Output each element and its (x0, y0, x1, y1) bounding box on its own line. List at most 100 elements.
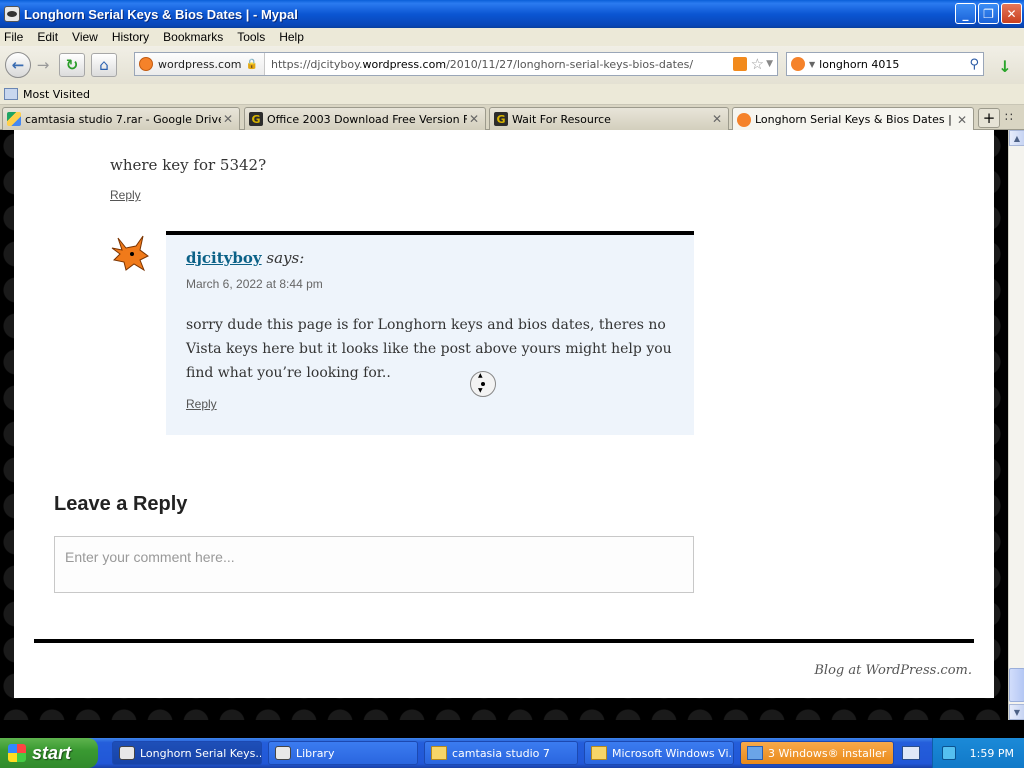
tab-google-drive[interactable]: camtasia studio 7.rar - Google Drive ✕ (2, 107, 240, 130)
comment-date[interactable]: March 6, 2022 at 8:44 pm (186, 277, 323, 291)
start-button[interactable]: start (0, 738, 98, 768)
close-tab-icon[interactable]: ✕ (710, 112, 724, 126)
start-label: start (32, 742, 72, 763)
menu-tools[interactable]: Tools (237, 30, 265, 44)
url-prefix: https://djcityboy. (270, 57, 363, 71)
search-icon[interactable]: ⚲ (969, 57, 979, 72)
list-all-tabs-icon[interactable]: ∷ (1005, 110, 1013, 124)
site-identity-label: wordpress.com (158, 57, 242, 71)
task-label: Longhorn Serial Keys... (140, 746, 262, 760)
most-visited-icon (4, 88, 18, 100)
comment-text: where key for 5342? (110, 156, 267, 174)
folder-icon (431, 746, 447, 760)
rss-feed-icon[interactable] (732, 57, 747, 71)
search-input[interactable]: longhorn 4015 (819, 58, 969, 71)
taskbar-item-windows-installer[interactable]: 3 Windows® installer (740, 741, 894, 765)
comment-body: sorry dude this page is for Longhorn key… (186, 317, 672, 381)
close-window-button[interactable]: ✕ (1001, 3, 1022, 24)
autoscroll-center-icon (478, 372, 485, 394)
scroll-up-arrow-icon[interactable]: ▲ (1009, 130, 1024, 146)
menu-file[interactable]: File (4, 30, 23, 44)
network-icon[interactable] (941, 746, 956, 760)
reply-comment-box: djcityboy says: March 6, 2022 at 8:44 pm… (166, 231, 694, 435)
mypal-app-icon[interactable] (4, 6, 20, 22)
reply-comment-reply-link[interactable]: Reply (186, 397, 217, 411)
tab-office-2003[interactable]: G Office 2003 Download Free Version For.… (244, 107, 486, 130)
footer-credit-link[interactable]: Blog at WordPress.com. (814, 663, 972, 678)
url-domain: wordpress.com (362, 57, 447, 71)
page-content: " " " where key for 5342? Reply djcitybo… (14, 130, 994, 698)
close-tab-icon[interactable]: ✕ (467, 112, 481, 126)
taskbar-item-microsoft-windows[interactable]: Microsoft Windows Vi... (584, 741, 734, 765)
menu-help[interactable]: Help (279, 30, 304, 44)
task-label: camtasia studio 7 (452, 746, 550, 760)
maximize-button[interactable]: ❐ (978, 3, 999, 24)
g-site-icon: G (494, 112, 508, 126)
clock[interactable]: 1:59 PM (970, 747, 1014, 760)
menu-bookmarks[interactable]: Bookmarks (163, 30, 223, 44)
scroll-down-arrow-icon[interactable]: ▼ (1009, 704, 1024, 720)
installer-icon (747, 746, 763, 760)
lock-icon: 🔒 (245, 58, 258, 70)
taskbar-item-library[interactable]: Library (268, 741, 418, 765)
tab-longhorn-serial-keys[interactable]: Longhorn Serial Keys & Bios Dates | ✕ (732, 107, 974, 131)
search-engine-icon[interactable] (791, 57, 805, 71)
close-tab-icon[interactable]: ✕ (955, 113, 969, 127)
taskbar-item-camtasia[interactable]: camtasia studio 7 (424, 741, 578, 765)
url-path: /2010/11/27/longhorn-serial-keys-bios-da… (446, 57, 694, 71)
reload-icon[interactable]: ↻ (59, 53, 85, 77)
new-tab-button[interactable]: + (978, 108, 1000, 128)
menu-edit[interactable]: Edit (37, 30, 58, 44)
bookmark-most-visited[interactable]: Most Visited (23, 88, 90, 101)
wordpress-icon (139, 57, 153, 71)
fox-avatar-icon (111, 235, 149, 272)
tab-label: camtasia studio 7.rar - Google Drive (25, 112, 221, 126)
task-label: 3 Windows® installer (768, 746, 887, 760)
taskbar-item-longhorn[interactable]: Longhorn Serial Keys... (112, 741, 262, 765)
search-engine-dropdown-icon[interactable]: ▼ (809, 60, 815, 69)
menu-bar: File Edit View History Bookmarks Tools H… (0, 28, 1024, 46)
browser-icon (119, 746, 135, 760)
bookmarks-toolbar: Most Visited (0, 84, 1024, 105)
system-tray: 1:59 PM (932, 738, 1024, 768)
window-titlebar[interactable]: Longhorn Serial Keys & Bios Dates | - My… (0, 0, 1024, 28)
tab-label: Longhorn Serial Keys & Bios Dates | (755, 113, 952, 126)
g-site-icon: G (249, 112, 263, 126)
download-arrow-icon[interactable]: ↓ (994, 56, 1016, 76)
wordpress-icon (737, 112, 751, 127)
keyboard-language-icon[interactable] (902, 746, 920, 760)
search-bar[interactable]: ▼ longhorn 4015 ⚲ (786, 52, 984, 76)
previous-comment-stub: " " " (50, 130, 79, 138)
navigation-toolbar: ← → ↻ ⌂ wordpress.com 🔒 https://djcitybo… (0, 46, 1024, 84)
tab-label: Office 2003 Download Free Version For... (267, 112, 467, 126)
url-text[interactable]: https://djcityboy.wordpress.com/2010/11/… (265, 58, 733, 71)
comment-author: djcityboy says: (186, 249, 304, 267)
vertical-scrollbar[interactable]: ▲ ▼ (1008, 130, 1024, 720)
site-identity-button[interactable]: wordpress.com 🔒 (135, 53, 265, 75)
scrollbar-thumb[interactable] (1009, 668, 1024, 702)
tab-label: Wait For Resource (512, 112, 611, 126)
task-label: Microsoft Windows Vi... (612, 746, 734, 760)
forward-arrow-icon[interactable]: → (33, 52, 53, 78)
leave-reply-heading: Leave a Reply (54, 493, 188, 515)
minimize-button[interactable]: _ (955, 3, 976, 24)
url-dropdown-icon[interactable]: ▼ (766, 59, 773, 69)
autoscroll-icon (470, 371, 496, 397)
address-bar[interactable]: wordpress.com 🔒 https://djcityboy.wordpr… (134, 52, 778, 76)
windows-logo-icon (8, 744, 26, 762)
menu-view[interactable]: View (72, 30, 98, 44)
back-arrow-icon[interactable]: ← (5, 52, 31, 78)
comment-reply-link[interactable]: Reply (110, 188, 141, 202)
tab-wait-for-resource[interactable]: G Wait For Resource ✕ (489, 107, 729, 130)
window-title: Longhorn Serial Keys & Bios Dates | - My… (24, 6, 298, 22)
folder-icon (591, 746, 607, 760)
bookmark-star-icon[interactable]: ☆ (751, 55, 764, 73)
author-link[interactable]: djcityboy (186, 249, 262, 267)
page-viewport[interactable]: " " " where key for 5342? Reply djcitybo… (0, 130, 1008, 720)
home-icon[interactable]: ⌂ (91, 53, 117, 77)
menu-history[interactable]: History (112, 30, 149, 44)
comment-input[interactable]: Enter your comment here... (54, 536, 694, 593)
browser-icon (275, 746, 291, 760)
window-controls: _ ❐ ✕ (955, 3, 1022, 24)
close-tab-icon[interactable]: ✕ (221, 112, 235, 126)
